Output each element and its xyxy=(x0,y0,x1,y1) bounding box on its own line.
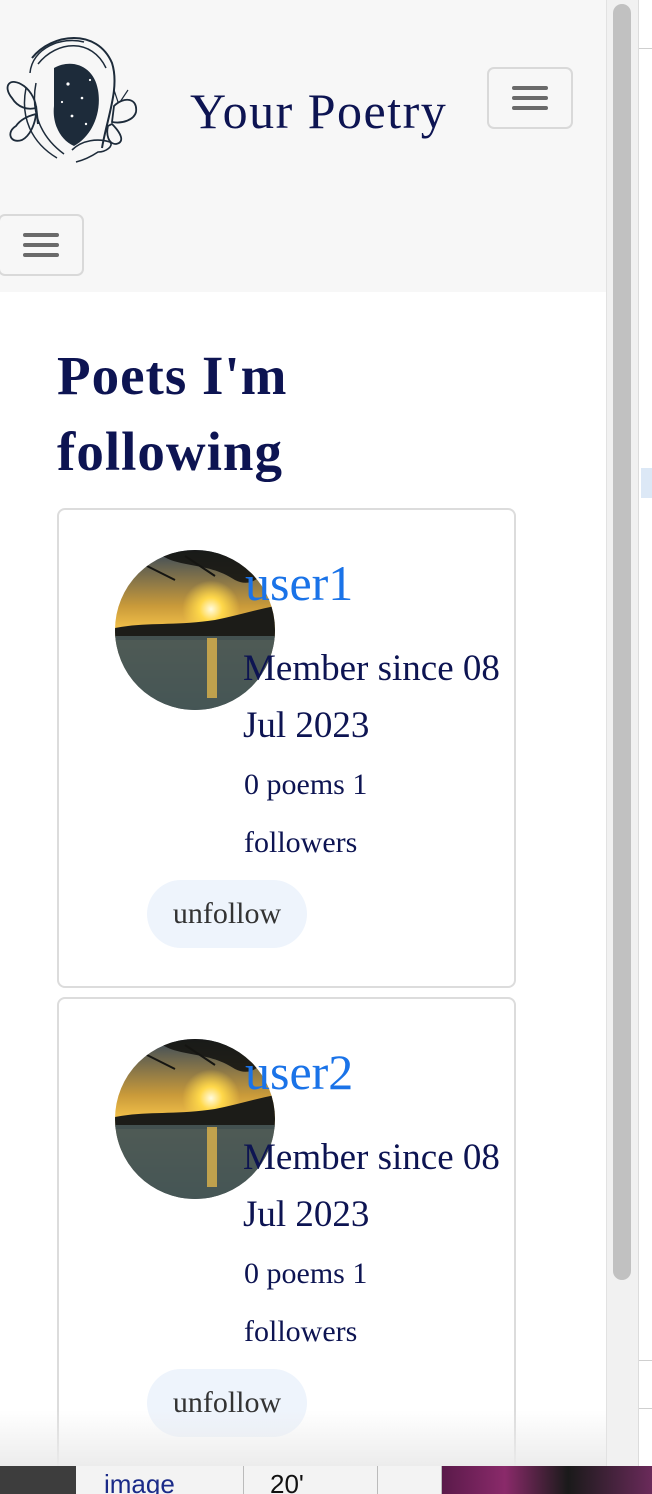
bottom-fade xyxy=(0,1410,606,1466)
page-title: Poets I'm following xyxy=(57,345,288,482)
brand-title[interactable]: Your Poetry xyxy=(190,82,447,140)
poet-username-link[interactable]: user1 xyxy=(245,554,353,612)
poet-card: user1 Member since 08 Jul 2023 0 poems 1… xyxy=(57,508,516,988)
navbar: Your Poetry xyxy=(0,0,606,292)
member-since: Member since 08 Jul 2023 xyxy=(243,1137,500,1235)
taskbar-cell-blank xyxy=(378,1466,442,1494)
taskbar-cell-image[interactable]: image xyxy=(76,1466,244,1494)
hamburger-icon xyxy=(512,84,548,112)
poet-card: user2 Member since 08 Jul 2023 0 poems 1… xyxy=(57,997,516,1477)
butterfly-portrait-logo[interactable] xyxy=(2,28,142,164)
taskbar: image 20' xyxy=(0,1466,652,1494)
unfollow-button[interactable]: unfollow xyxy=(147,880,307,948)
adjacent-window-edge xyxy=(638,0,652,1466)
hamburger-icon xyxy=(23,231,59,259)
poet-stats: 0 poems 1 followers xyxy=(244,1257,368,1348)
taskbar-thumbnail xyxy=(442,1466,652,1494)
poet-username-link[interactable]: user2 xyxy=(245,1043,353,1101)
secondary-toggler-button[interactable] xyxy=(0,214,84,276)
scrollbar-thumb[interactable] xyxy=(613,4,631,1280)
taskbar-cell-number[interactable]: 20' xyxy=(244,1466,378,1494)
poet-stats: 0 poems 1 followers xyxy=(244,768,368,859)
navbar-toggler-button[interactable] xyxy=(487,67,573,129)
member-since: Member since 08 Jul 2023 xyxy=(243,648,500,746)
